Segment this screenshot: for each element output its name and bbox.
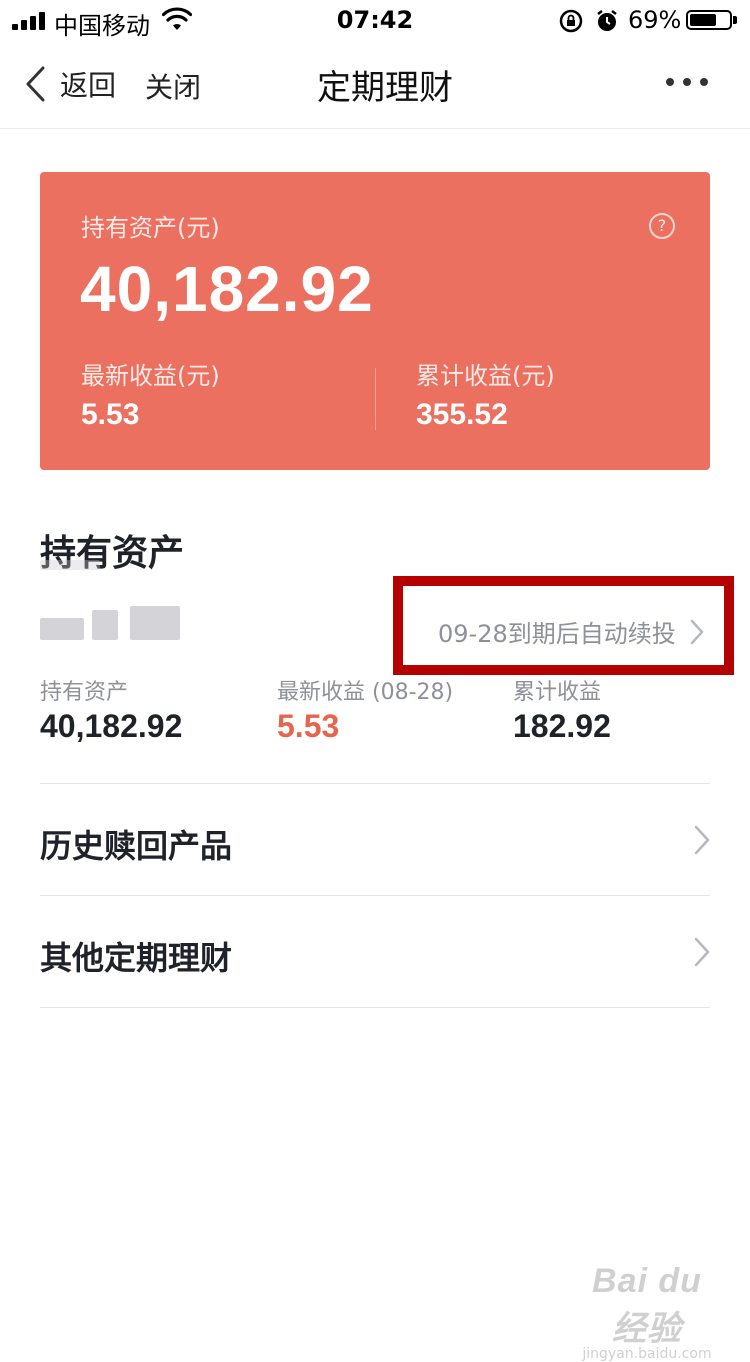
help-icon[interactable]: ? — [649, 213, 675, 239]
chevron-right-icon — [694, 937, 710, 967]
cumulative-income-label: 累计收益(元) — [416, 362, 555, 390]
navigation-bar: 返回 关闭 定期理财 — [0, 40, 750, 129]
card-divider — [375, 368, 376, 430]
history-redeemed-row[interactable]: 历史赎回产品 — [40, 785, 710, 895]
rotation-lock-icon — [559, 9, 583, 33]
cumulative-income-small-label: 累计收益 — [513, 680, 602, 705]
more-options-button[interactable] — [666, 78, 708, 86]
more-dot-icon — [683, 78, 691, 86]
baidu-jingyan-watermark: Bai du 经验 jingyan.baidu.com — [572, 1262, 722, 1362]
list-divider — [40, 783, 710, 784]
holding-assets-label: 持有资产 — [40, 680, 129, 705]
latest-income-label: 最新收益(元) — [81, 362, 220, 390]
more-dot-icon — [700, 78, 708, 86]
holding-assets-value: 40,182.92 — [40, 708, 183, 744]
total-assets-label: 持有资产(元) — [81, 214, 220, 242]
more-dot-icon — [666, 78, 674, 86]
battery-percentage: 69% — [628, 6, 682, 34]
watermark-url: jingyan.baidu.com — [582, 1346, 712, 1362]
latest-income-amount: 5.53 — [277, 708, 340, 744]
list-divider — [40, 895, 710, 896]
highlight-annotation-box — [393, 576, 734, 675]
page-title: 定期理财 — [317, 68, 453, 108]
history-redeemed-label: 历史赎回产品 — [40, 827, 233, 865]
asset-summary-card: 持有资产(元) ? 40,182.92 最新收益(元) 5.53 累计收益(元)… — [40, 172, 710, 470]
battery-tip — [733, 16, 737, 24]
latest-income-value: 5.53 — [81, 398, 140, 431]
battery-level-fill — [690, 14, 717, 26]
status-bar: 中国移动 07:42 69% — [0, 0, 750, 40]
latest-income-date-label: 最新收益 (08-28) — [277, 680, 454, 705]
alarm-icon — [597, 10, 617, 31]
battery-icon — [686, 10, 732, 30]
other-fixed-term-row[interactable]: 其他定期理财 — [40, 897, 710, 1007]
chevron-right-icon — [694, 825, 710, 855]
list-divider — [40, 1007, 710, 1008]
total-assets-value: 40,182.92 — [80, 253, 374, 325]
cumulative-income-amount: 182.92 — [513, 708, 611, 744]
other-fixed-term-label: 其他定期理财 — [40, 939, 233, 977]
cumulative-income-value: 355.52 — [416, 398, 508, 431]
watermark-logo: Bai du 经验 — [592, 1262, 702, 1348]
